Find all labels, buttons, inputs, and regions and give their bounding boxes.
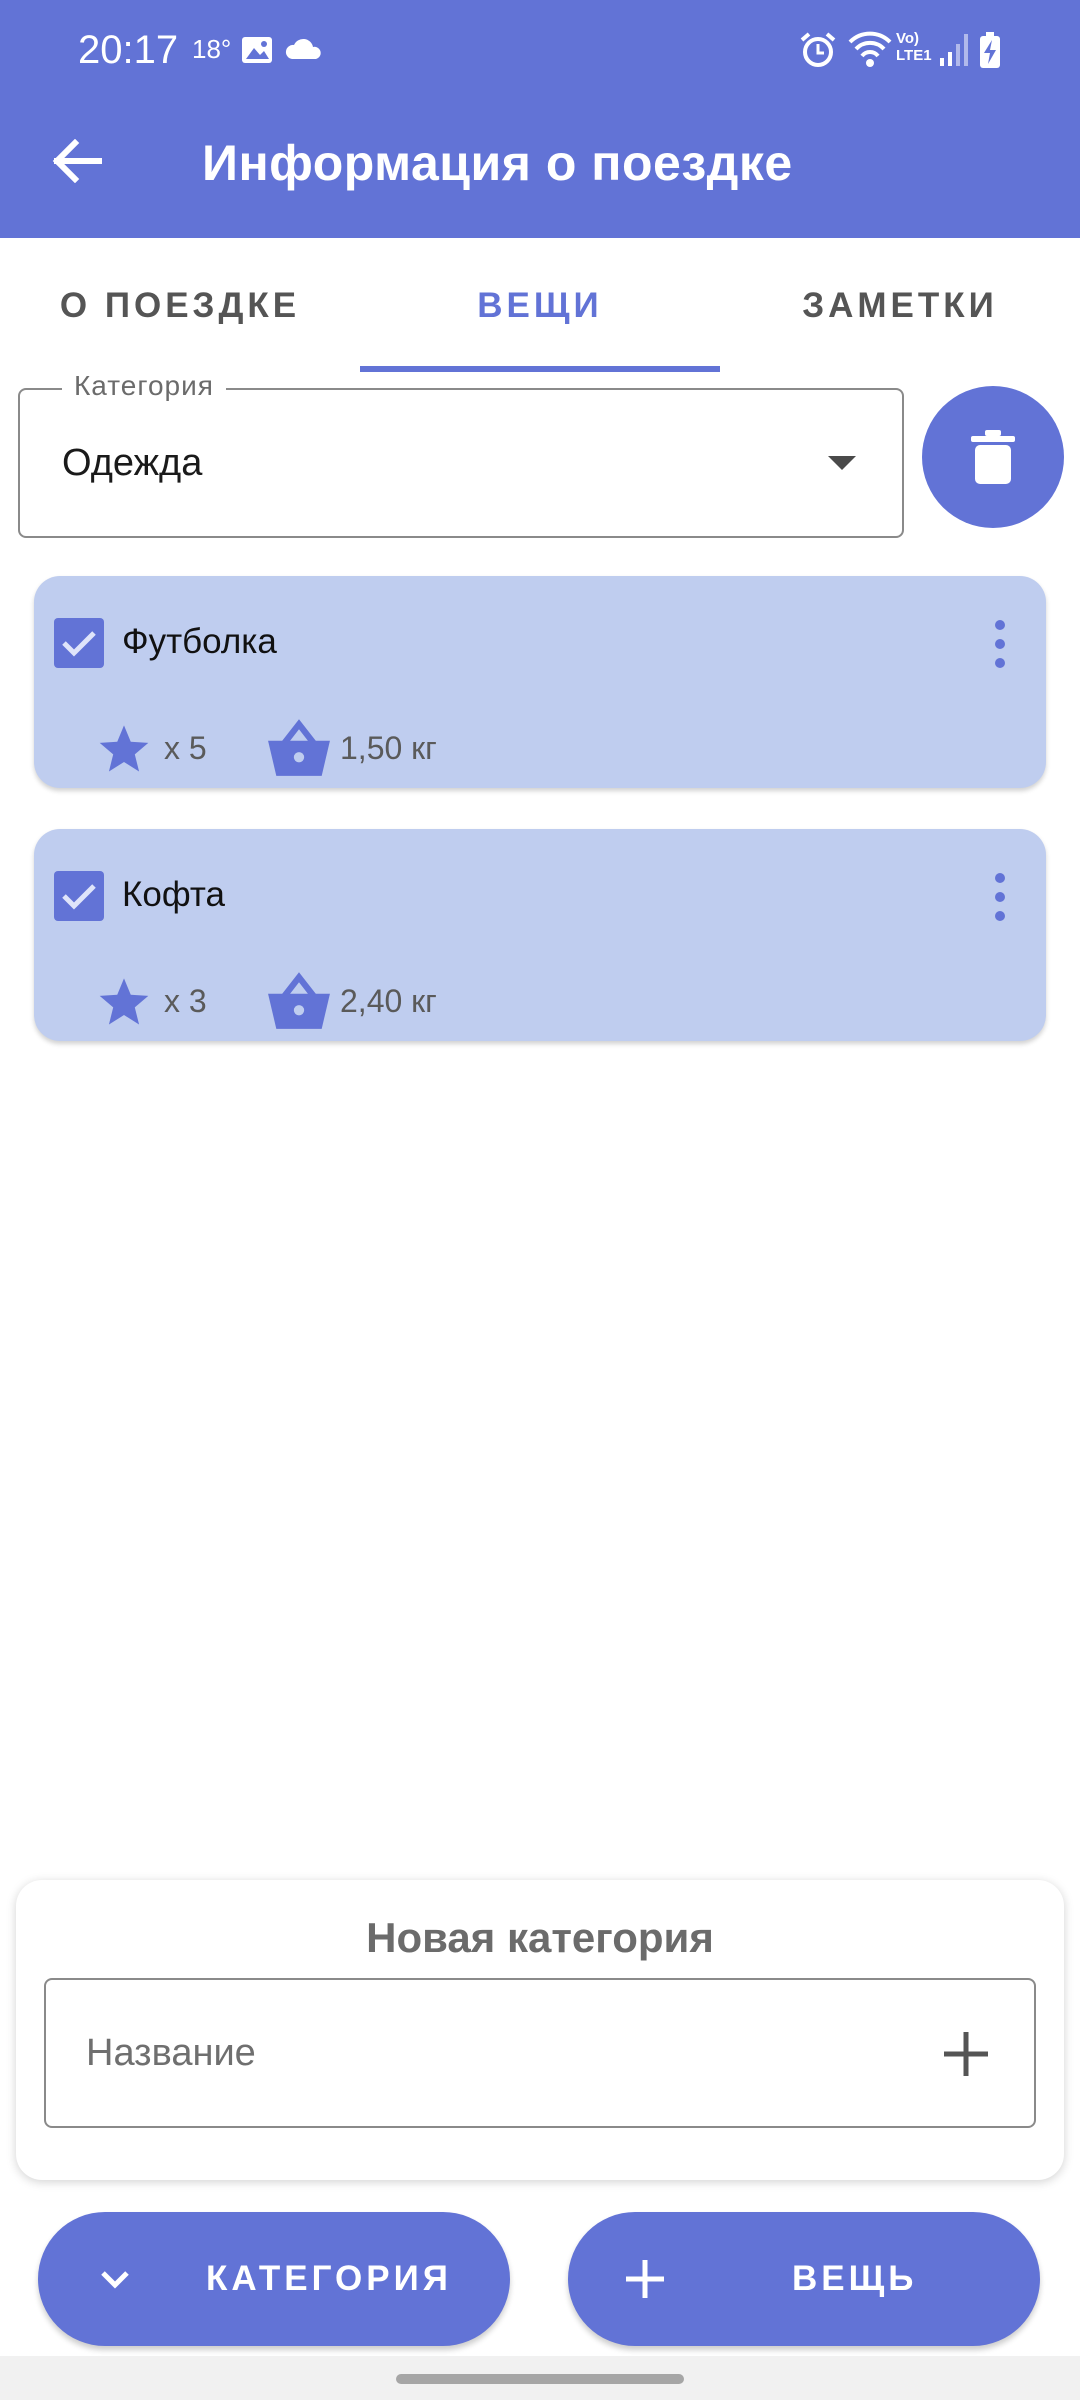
item-quantity: x 5 [164, 730, 207, 766]
item-name: Кофта [122, 875, 225, 914]
image-icon [242, 37, 272, 63]
item-card[interactable]: Кофта x 3 2,40 кг [34, 829, 1046, 1041]
tab-notes[interactable]: ЗАМЕТКИ [720, 238, 1080, 374]
dropdown-arrow-icon [828, 456, 856, 470]
basket-icon [268, 719, 330, 776]
item-checkbox[interactable] [54, 871, 104, 921]
network-label: Vo) LTE1 [896, 30, 932, 64]
cloud-icon [285, 38, 321, 59]
battery-charging-icon [980, 32, 1000, 68]
navigation-bar [0, 2356, 1080, 2400]
signal-icon [940, 34, 968, 66]
star-icon [99, 725, 149, 772]
basket-icon [268, 972, 330, 1029]
plus-icon [626, 2260, 664, 2298]
category-dropdown[interactable]: Категория Одежда [18, 370, 904, 538]
status-temperature: 18° [192, 34, 232, 64]
category-label: Категория [62, 370, 226, 402]
new-category-name-input[interactable] [86, 2020, 906, 2086]
star-icon [99, 978, 149, 1025]
delete-category-button[interactable] [922, 386, 1064, 528]
item-menu-button[interactable] [978, 616, 1022, 672]
page-title: Информация о поездке [202, 135, 793, 191]
item-weight: 1,50 кг [340, 730, 437, 766]
add-category-label: КАТЕГОРИЯ [206, 2259, 452, 2298]
item-quantity: x 3 [164, 983, 207, 1019]
app-bar: 20:17 18° Vo) LTE1 Информация о поездке [0, 0, 1080, 238]
arrow-left-icon [52, 139, 102, 183]
plus-icon[interactable] [938, 2026, 994, 2082]
item-checkbox[interactable] [54, 618, 104, 668]
check-icon [62, 884, 96, 910]
tab-trip[interactable]: О ПОЕЗДКЕ [0, 238, 360, 374]
back-button[interactable] [42, 126, 112, 196]
new-category-title: Новая категория [366, 1914, 714, 1961]
status-time: 20:17 [78, 28, 179, 72]
tab-bar: О ПОЕЗДКЕ ВЕЩИ ЗАМЕТКИ [0, 238, 1080, 374]
wifi-icon [848, 31, 892, 67]
category-value: Одежда [62, 442, 203, 484]
item-weight: 2,40 кг [340, 983, 437, 1019]
item-menu-button[interactable] [978, 869, 1022, 925]
chevron-down-icon [101, 2271, 129, 2289]
alarm-icon [800, 32, 836, 67]
home-gesture-handle[interactable] [396, 2374, 684, 2384]
item-card[interactable]: Футболка x 5 1,50 кг [34, 576, 1046, 788]
add-category-button[interactable]: КАТЕГОРИЯ [38, 2212, 510, 2346]
tab-indicator [360, 366, 720, 372]
new-category-field [44, 1978, 1036, 2128]
tab-items[interactable]: ВЕЩИ [360, 238, 720, 374]
check-icon [62, 631, 96, 657]
title-row: Информация о поездке [0, 100, 1080, 238]
trash-icon [971, 430, 1015, 484]
status-bar: 20:17 18° Vo) LTE1 [0, 0, 1080, 100]
new-category-card: Новая категория [16, 1880, 1064, 2180]
item-name: Футболка [122, 622, 277, 661]
add-item-label: ВЕЩЬ [792, 2259, 918, 2298]
add-item-button[interactable]: ВЕЩЬ [568, 2212, 1040, 2346]
